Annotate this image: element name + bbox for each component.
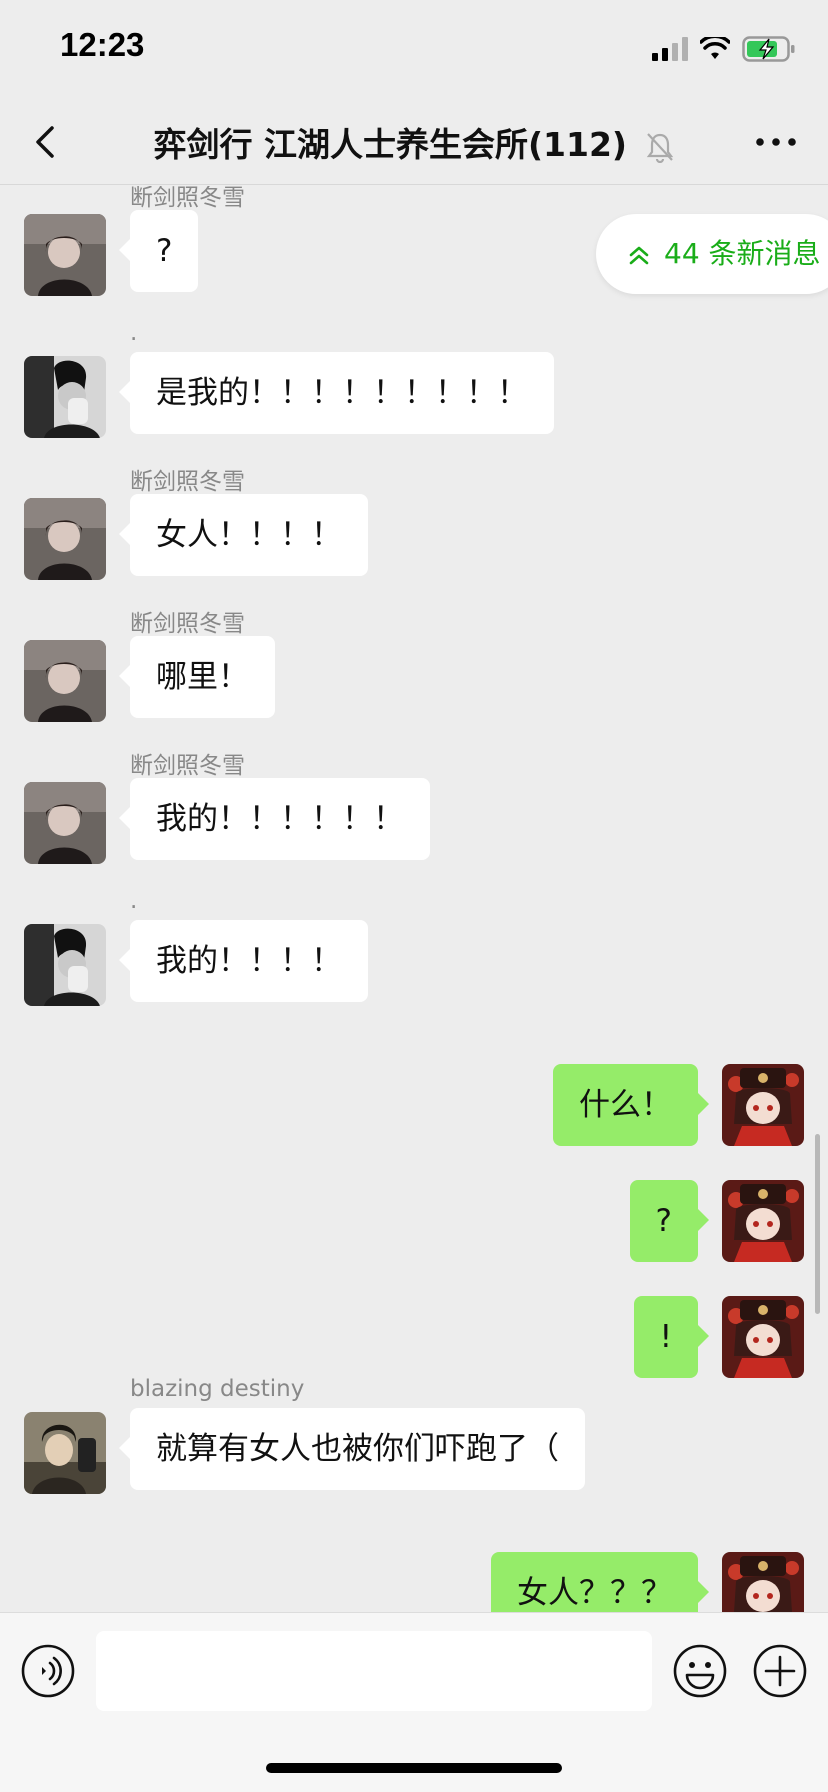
more-options-icon[interactable] (754, 132, 798, 152)
sender-name: 断剑照冬雪 (130, 611, 245, 637)
battery-charging-icon (742, 36, 795, 62)
message-bubble[interactable]: ? (629, 1180, 710, 1262)
chat-message-list[interactable]: 断剑照冬雪 ? . 是我的！！！！！！！！！ 断剑照冬雪 女人！！！！ 断剑照冬… (0, 186, 828, 1612)
voice-input-icon[interactable] (20, 1643, 76, 1699)
home-indicator (266, 1763, 562, 1773)
wifi-icon (700, 37, 730, 59)
avatar-anime[interactable] (722, 1296, 804, 1378)
mute-bell-icon (646, 132, 673, 163)
avatar-anime[interactable] (722, 1552, 804, 1612)
add-attachment-icon[interactable] (752, 1643, 808, 1699)
avatar-bw-man[interactable] (24, 356, 106, 438)
status-time: 12:23 (60, 26, 145, 63)
message-bubble[interactable]: 我的！！！！ (119, 920, 368, 1002)
chat-header: 弈剑行 江湖人士养生会所(112) (0, 100, 828, 185)
avatar-anime[interactable] (722, 1180, 804, 1262)
message-bubble[interactable]: 就算有女人也被你们吓跑了（ (119, 1408, 585, 1490)
sender-name: . (130, 888, 138, 914)
message-bubble[interactable]: 是我的！！！！！！！！！ (119, 352, 554, 434)
message-bubble[interactable]: ! (633, 1296, 710, 1378)
message-bubble[interactable]: ? (118, 210, 199, 292)
sender-name: blazing destiny (130, 1376, 305, 1402)
avatar-woman[interactable] (24, 782, 106, 864)
chat-scrollbar[interactable] (815, 1134, 820, 1314)
chat-title: 弈剑行 江湖人士养生会所(112) (0, 118, 828, 166)
avatar-anime[interactable] (722, 1064, 804, 1146)
message-bubble[interactable]: 什么！ (553, 1064, 709, 1146)
sender-name: 断剑照冬雪 (130, 186, 245, 211)
message-bubble[interactable]: 哪里！ (119, 636, 275, 718)
sender-name: . (130, 320, 138, 346)
message-bubble[interactable]: 我的！！！！！！ (119, 778, 430, 860)
double-chevron-up-icon (629, 246, 649, 265)
new-messages-button[interactable]: 44 条新消息 (596, 214, 828, 294)
emoji-icon[interactable] (672, 1643, 728, 1699)
avatar-woman[interactable] (24, 498, 106, 580)
message-bubble[interactable]: 女人？？？ (491, 1552, 709, 1612)
sender-name: 断剑照冬雪 (130, 469, 245, 495)
cellular-signal-icon (652, 37, 688, 61)
avatar-man-selfie[interactable] (24, 1412, 106, 1494)
message-bubble[interactable]: 女人！！！！ (119, 494, 368, 576)
status-icons (652, 36, 796, 62)
avatar-bw-man[interactable] (24, 924, 106, 1006)
status-bar: 12:23 (0, 0, 828, 100)
message-text-input[interactable] (96, 1631, 652, 1711)
chat-title-text: 弈剑行 江湖人士养生会所(112) (153, 125, 628, 164)
avatar-woman[interactable] (24, 214, 106, 296)
message-input-bar (0, 1612, 828, 1792)
sender-name: 断剑照冬雪 (130, 753, 245, 779)
avatar-woman[interactable] (24, 640, 106, 722)
new-messages-label: 44 条新消息 (664, 237, 821, 270)
